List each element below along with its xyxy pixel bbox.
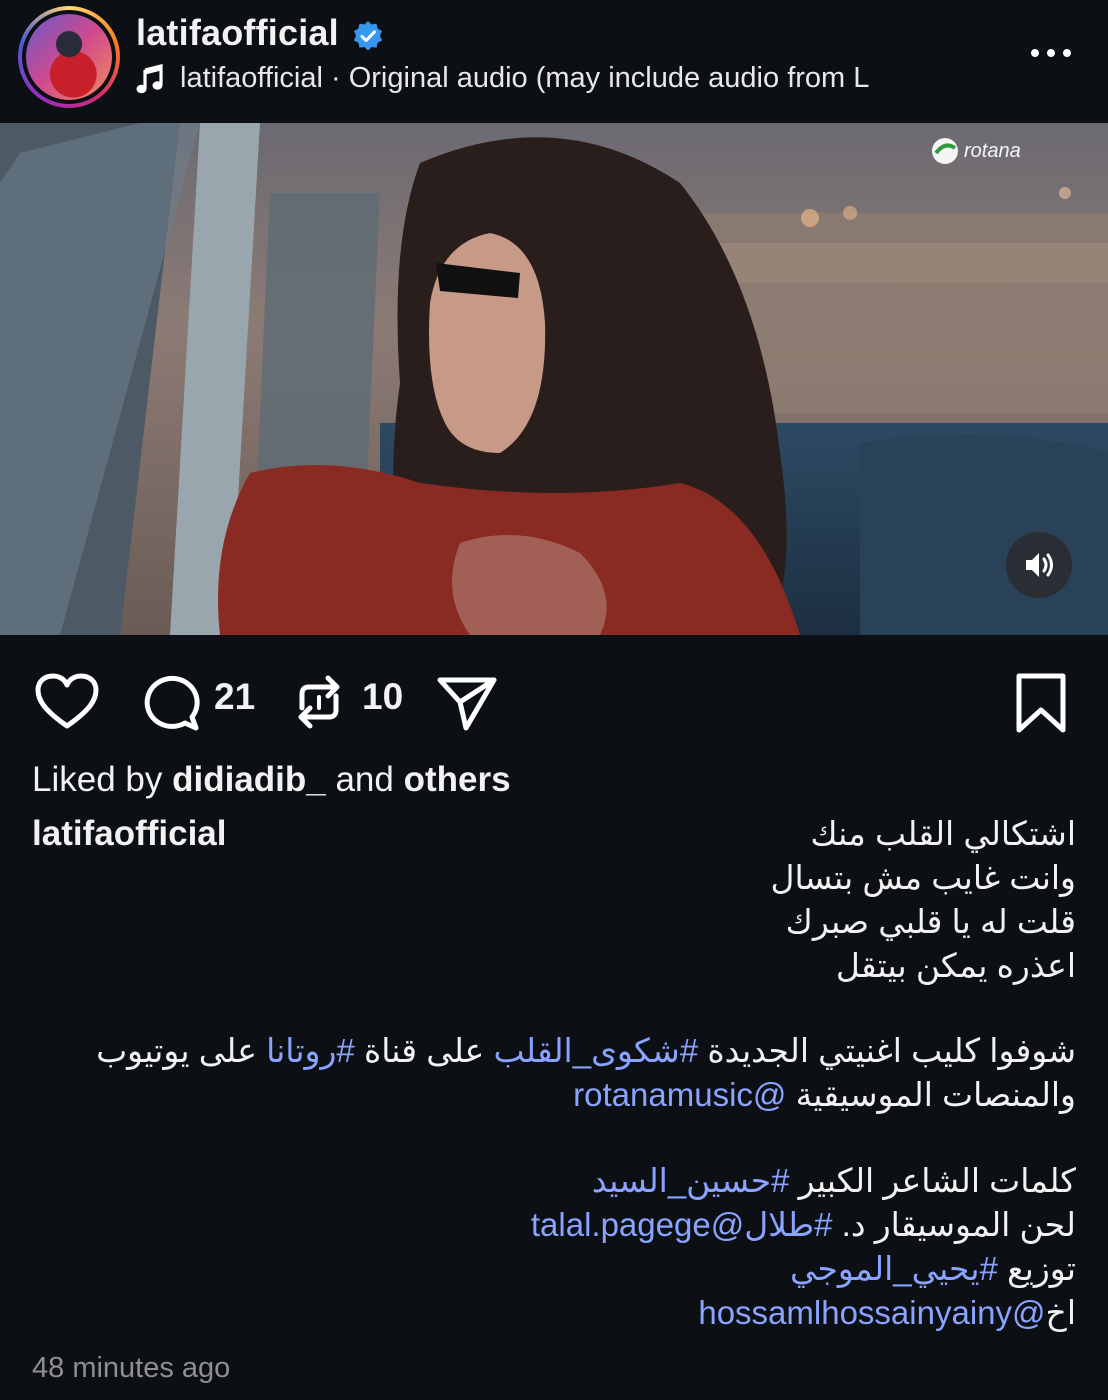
caption-line: توزيع #يحيي_الموجي xyxy=(790,1249,1076,1288)
post-header: latifaofficial latifaofficial · Original… xyxy=(0,0,1108,122)
music-note-icon xyxy=(136,64,163,94)
caption-line: وانت غايب مش بتسال xyxy=(770,859,1076,896)
like-heart-icon[interactable] xyxy=(34,672,100,732)
liked-by-user[interactable]: didiadib_ xyxy=(172,760,326,799)
repost-icon[interactable] xyxy=(292,672,346,732)
caption-text: على قناة xyxy=(354,1032,494,1069)
caption-line: اشتكالي القلب منك xyxy=(810,815,1076,852)
save-bookmark-icon[interactable] xyxy=(1014,672,1068,734)
comment-bubble-icon[interactable] xyxy=(142,672,202,732)
caption-line: والمنصات الموسيقية @rotanamusic xyxy=(573,1075,1076,1114)
caption-line: اعذره يمكن بيتقل xyxy=(835,947,1076,984)
rotana-logo-icon: rotana xyxy=(932,138,1021,164)
mention-link[interactable]: @talal.pagege xyxy=(531,1206,744,1243)
hashtag-link[interactable]: #يحيي_الموجي xyxy=(790,1250,998,1287)
speaker-icon xyxy=(1026,553,1053,577)
likes-prefix: Liked by xyxy=(32,760,173,799)
video-frame-illustration xyxy=(0,123,1108,635)
audio-separator: · xyxy=(322,62,349,94)
share-send-icon[interactable] xyxy=(436,672,498,732)
verified-badge-icon xyxy=(354,21,382,51)
svg-text:rotana: rotana xyxy=(964,140,1021,162)
mention-link[interactable]: @hossamlhossainyainy xyxy=(698,1294,1045,1331)
more-dot-icon xyxy=(1047,49,1055,57)
hashtag-link[interactable]: #روتانا xyxy=(266,1032,355,1069)
caption-username[interactable]: latifaofficial xyxy=(32,814,226,854)
audio-label[interactable]: latifaofficial · Original audio (may inc… xyxy=(180,62,869,95)
hashtag-link[interactable]: #طلال xyxy=(744,1206,832,1243)
more-options-button[interactable] xyxy=(1026,36,1076,70)
caption-text: شوفوا كليب اغنيتي الجديدة xyxy=(698,1032,1076,1069)
post-username[interactable]: latifaofficial xyxy=(136,12,339,54)
post-video[interactable]: rotana xyxy=(0,123,1108,635)
action-bar: 21 10 xyxy=(0,660,1108,740)
caption-line: قلت له يا قلبي صبرك xyxy=(785,903,1076,940)
profile-avatar[interactable] xyxy=(18,6,120,108)
caption-line: شوفوا كليب اغنيتي الجديدة #شكوى_القلب عل… xyxy=(96,1031,1076,1070)
audio-description: Original audio (may include audio from L xyxy=(348,62,870,94)
hashtag-link[interactable]: #حسين_السيد xyxy=(592,1162,790,1199)
hashtag-link[interactable]: #شكوى_القلب xyxy=(493,1032,698,1069)
caption-line: لحن الموسيقار د. #طلال@talal.pagege xyxy=(531,1205,1076,1244)
liked-by-others[interactable]: others xyxy=(404,760,511,799)
avatar-image xyxy=(26,14,112,100)
caption-text: والمنصات الموسيقية xyxy=(786,1076,1076,1113)
post-timestamp: 48 minutes ago xyxy=(32,1352,231,1384)
caption-text: كلمات الشاعر الكبير xyxy=(789,1162,1076,1199)
caption-text: اخ xyxy=(1045,1294,1076,1331)
more-dot-icon xyxy=(1063,49,1071,57)
caption-text: توزيع xyxy=(997,1250,1076,1287)
more-dot-icon xyxy=(1031,49,1039,57)
likes-middle: and xyxy=(325,760,404,799)
likes-summary[interactable]: Liked by didiadib_ and others xyxy=(32,760,511,800)
reposts-count: 10 xyxy=(362,676,404,717)
comments-count: 21 xyxy=(214,676,256,717)
mention-link[interactable]: @rotanamusic xyxy=(573,1076,786,1113)
caption-line: اخ@hossamlhossainyainy xyxy=(698,1293,1076,1332)
mute-toggle-button[interactable] xyxy=(1006,532,1072,598)
audio-owner: latifaofficial xyxy=(180,62,323,94)
caption-line: كلمات الشاعر الكبير #حسين_السيد xyxy=(592,1161,1076,1200)
caption-text: على يوتيوب xyxy=(96,1032,267,1069)
caption-text: لحن الموسيقار د. xyxy=(832,1206,1076,1243)
